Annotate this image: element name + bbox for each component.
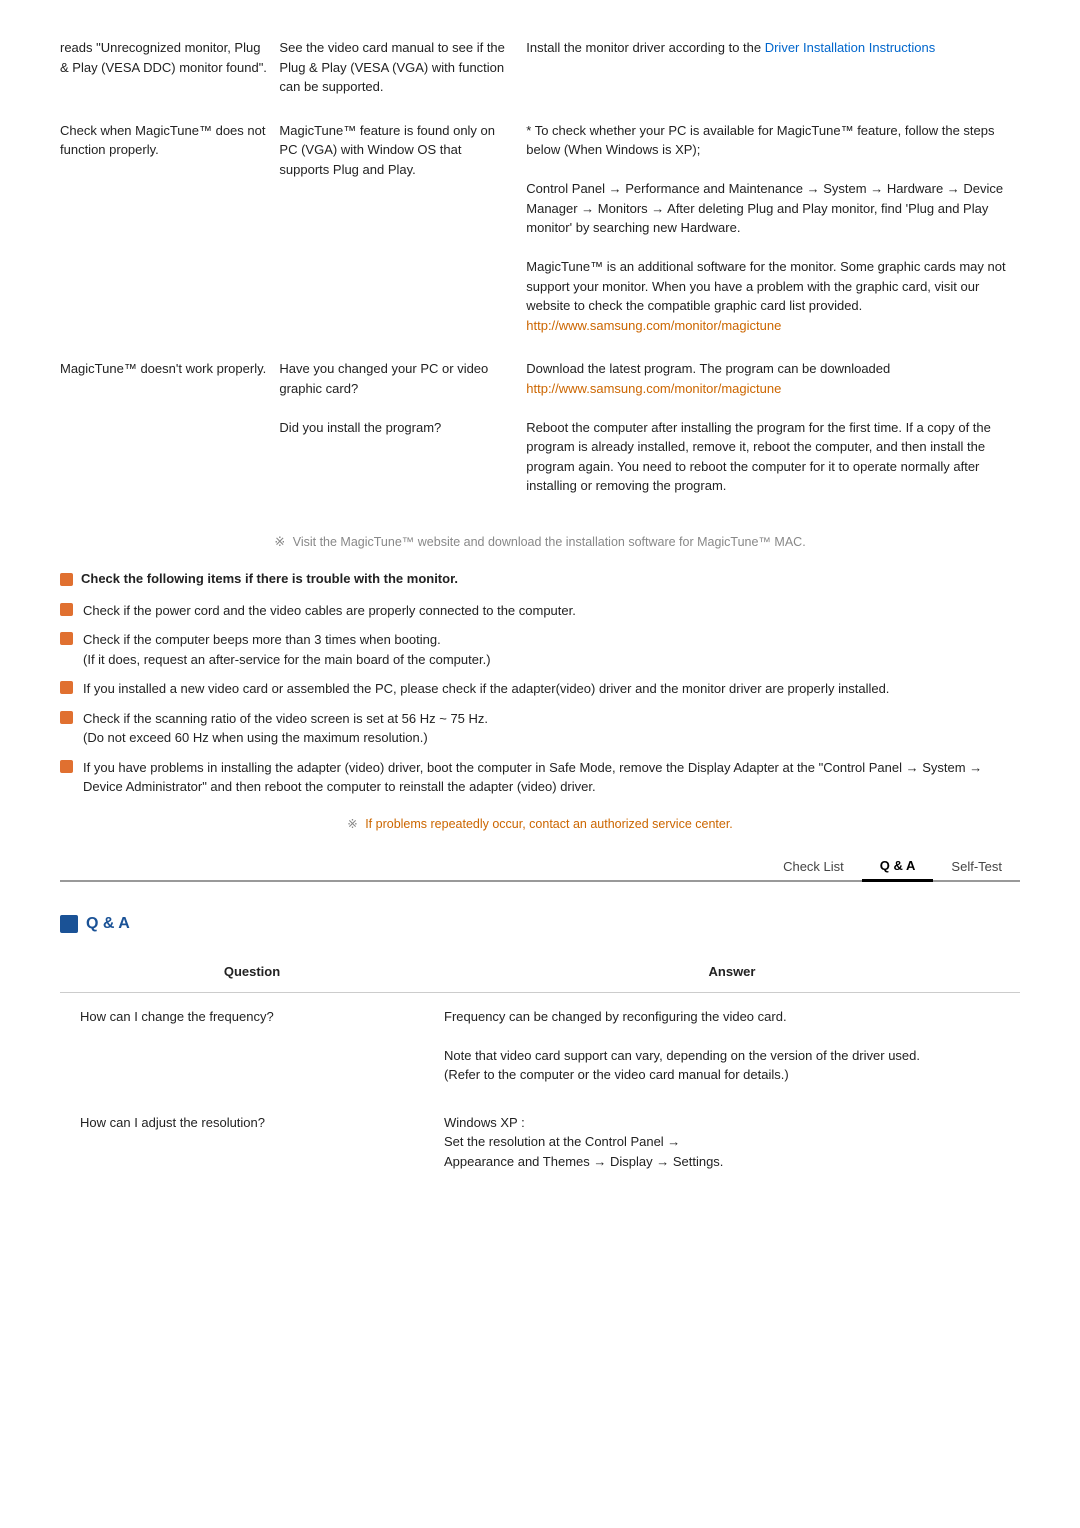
check-item: If you have problems in installing the a… [60,758,1020,797]
nav-tab-check-list[interactable]: Check List [765,853,862,881]
bullet-icon [60,760,73,773]
bullet-icon [60,603,73,616]
qa-answer: Frequency can be changed by reconfigurin… [444,992,1020,1099]
check-item-text: Check if the power cord and the video ca… [83,601,1020,621]
check-item: Check if the scanning ratio of the video… [60,709,1020,748]
check-item-text: Check if the scanning ratio of the video… [83,709,1020,748]
trouble-cause: See the video card manual to see if the … [279,30,526,113]
trouble-table: reads "Unrecognized monitor, Plug & Play… [60,30,1020,512]
qa-title-icon [60,915,78,933]
qa-question: How can I change the frequency? [60,992,444,1099]
nav-tabs: Check ListQ & ASelf-Test [60,852,1020,883]
trouble-problem: Check when MagicTune™ does not function … [60,113,279,352]
qa-table: Question Answer How can I change the fre… [60,956,1020,1185]
trouble-row: Check when MagicTune™ does not function … [60,113,1020,352]
check-item: Check if the power cord and the video ca… [60,601,1020,621]
note-icon: ※ [274,534,285,549]
trouble-row: reads "Unrecognized monitor, Plug & Play… [60,30,1020,113]
qa-row: How can I change the frequency?Frequency… [60,992,1020,1099]
check-item: If you installed a new video card or ass… [60,679,1020,699]
nav-tab-q-and-a[interactable]: Q & A [862,852,934,883]
qa-row: How can I adjust the resolution?Windows … [60,1099,1020,1186]
check-item: Check if the computer beeps more than 3 … [60,630,1020,669]
check-section: Check the following items if there is tr… [60,569,1020,797]
qa-col-answer: Answer [444,956,1020,992]
trouble-problem: reads "Unrecognized monitor, Plug & Play… [60,30,279,113]
bullet-icon [60,681,73,694]
qa-section: Q & A Question Answer How can I change t… [60,912,1020,1185]
trouble-solution: Install the monitor driver according to … [526,30,1020,113]
note-problems-link[interactable]: If problems repeatedly occur, contact an… [365,817,733,831]
trouble-cause: MagicTune™ feature is found only on PC (… [279,113,526,352]
driver-install-link[interactable]: Driver Installation Instructions [765,40,936,55]
check-title: Check the following items if there is tr… [60,569,1020,589]
trouble-row: MagicTune™ doesn't work properly.Have yo… [60,351,1020,512]
note-problems-icon: ※ [347,817,357,831]
qa-answer: Windows XP :Set the resolution at the Co… [444,1099,1020,1186]
trouble-solution: Download the latest program. The program… [526,351,1020,512]
note-magictune: ※ Visit the MagicTune™ website and downl… [60,532,1020,552]
bullet-icon [60,632,73,645]
check-list: Check if the power cord and the video ca… [60,601,1020,797]
trouble-problem: MagicTune™ doesn't work properly. [60,351,279,512]
bullet-icon [60,711,73,724]
orange-square-icon [60,573,73,586]
check-item-text: Check if the computer beeps more than 3 … [83,630,1020,669]
check-item-text: If you have problems in installing the a… [83,758,1020,797]
magictune-link-2[interactable]: http://www.samsung.com/monitor/magictune [526,318,781,333]
magictune-dl-link[interactable]: http://www.samsung.com/monitor/magictune [526,381,781,396]
qa-col-question: Question [60,956,444,992]
qa-section-title: Q & A [60,912,1020,936]
trouble-cause: Have you changed your PC or video graphi… [279,351,526,512]
nav-tab-self-test[interactable]: Self-Test [933,853,1020,881]
qa-question: How can I adjust the resolution? [60,1099,444,1186]
check-item-text: If you installed a new video card or ass… [83,679,1020,699]
note-problems: ※ If problems repeatedly occur, contact … [60,815,1020,834]
trouble-solution: * To check whether your PC is available … [526,113,1020,352]
